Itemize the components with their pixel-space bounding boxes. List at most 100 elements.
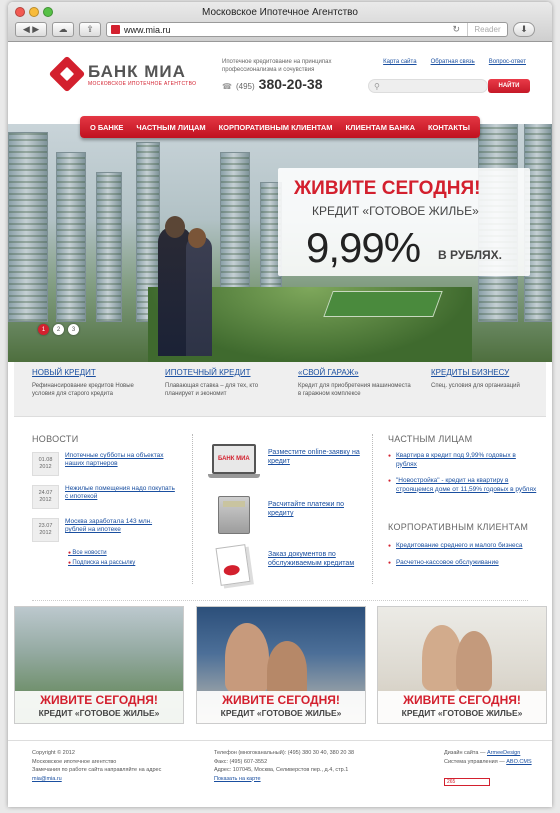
company-text: Московское ипотечное агентство: [32, 758, 117, 765]
private-link[interactable]: Квартира в кредит под 9,99% годовых в ру…: [388, 452, 538, 469]
footer: Copyright © 2012 Московское ипотечное аг…: [8, 740, 552, 807]
tile-headline: ЖИВИТЕ СЕГОДНЯ!: [222, 693, 340, 707]
news-item: 01.08 2012 Ипотечные субботы на объектах…: [32, 452, 182, 476]
nav-item-private[interactable]: ЧАСТНЫМ ЛИЦАМ: [136, 123, 205, 132]
nav-item-corporate[interactable]: КОРПОРАТИВНЫМ КЛИЕНТАМ: [219, 123, 333, 132]
corp-heading: КОРПОРАТИВНЫМ КЛИЕНТАМ: [388, 522, 529, 532]
tile-subline: КРЕДИТ «ГОТОВОЕ ЖИЛЬЕ»: [401, 708, 523, 718]
calculator-icon: [218, 496, 250, 534]
couple-image: [456, 631, 492, 693]
back-forward-button[interactable]: ◀ ▶: [15, 22, 47, 37]
logo-subtitle: МОСКОВСКОЕ ИПОТЕЧНОЕ АГЕНТСТВО: [88, 81, 197, 87]
feedback-link[interactable]: Обратная связь: [431, 59, 475, 65]
footer-address: Адрес: 107045, Москва, Селиверстов пер.,…: [214, 767, 349, 773]
feature-text: Спец. условия для организаций: [431, 383, 520, 389]
slogan: Ипотечное кредитование на принципах проф…: [222, 59, 332, 73]
logo-icon[interactable]: [48, 55, 86, 93]
news-link[interactable]: Нежилые помещения надо покупать с ипотек…: [65, 485, 175, 509]
footer-copyright: Copyright © 2012 Московское ипотечное аг…: [32, 749, 202, 783]
tile-subline: КРЕДИТ «ГОТОВОЕ ЖИЛЬЕ»: [38, 708, 160, 718]
reader-button[interactable]: Reader: [467, 23, 507, 36]
design-label: Дизайн сайта —: [444, 750, 486, 756]
top-links: Карта сайта Обратная связь Вопрос-ответ: [383, 59, 526, 65]
feature-item: КРЕДИТЫ БИЗНЕСУ Спец. условия для органи…: [413, 362, 546, 416]
cms-link[interactable]: ABO.CMS: [506, 759, 531, 765]
tile-caption: ЖИВИТЕ СЕГОДНЯ! КРЕДИТ «ГОТОВОЕ ЖИЛЬЕ»: [15, 691, 183, 723]
subscribe-link[interactable]: Подписка на рассылку: [68, 560, 135, 566]
private-heading: ЧАСТНЫМ ЛИЦАМ: [388, 434, 473, 444]
tile-headline: ЖИВИТЕ СЕГОДНЯ!: [403, 693, 521, 707]
search-input[interactable]: ⚲: [368, 79, 488, 93]
feature-item: «СВОЙ ГАРАЖ» Кредит для приобретения маш…: [280, 362, 413, 416]
icloud-button[interactable]: ☁: [52, 22, 74, 37]
design-link[interactable]: ArmeeDesign: [487, 750, 520, 756]
feature-item: НОВЫЙ КРЕДИТ Рефинансирование кредитов Н…: [14, 362, 147, 416]
corp-link[interactable]: Расчетно-кассовое обслуживание: [388, 559, 538, 568]
news-link[interactable]: Ипотечные субботы на объектах наших парт…: [65, 452, 175, 476]
cloud-icon: ☁: [58, 24, 68, 34]
divider: [32, 600, 528, 601]
title-bar: Московское Ипотечное Агентство ◀ ▶ ☁ ⇪ w…: [8, 2, 552, 42]
reload-icon[interactable]: ↻: [452, 24, 463, 35]
service-documents: Заказ документов по обслуживаемым кредит…: [204, 544, 364, 586]
downloads-button[interactable]: ⬇: [513, 22, 535, 37]
promo-tile-1[interactable]: ЖИВИТЕ СЕГОДНЯ! КРЕДИТ «ГОТОВОЕ ЖИЛЬЕ»: [14, 606, 184, 724]
slide-dot-3[interactable]: 3: [68, 324, 79, 335]
hero-banner[interactable]: ЖИВИТЕ СЕГОДНЯ! КРЕДИТ «ГОТОВОЕ ЖИЛЬЕ» 9…: [8, 124, 552, 362]
slide-dot-1[interactable]: 1: [38, 324, 49, 335]
tile-caption: ЖИВИТЕ СЕГОДНЯ! КРЕДИТ «ГОТОВОЕ ЖИЛЬЕ»: [197, 691, 365, 723]
nav-item-about[interactable]: О БАНКЕ: [90, 123, 123, 132]
visit-counter[interactable]: 265: [444, 778, 490, 786]
share-button[interactable]: ⇪: [79, 22, 101, 37]
feature-text: Плавающая ставка – для тех, кто планируе…: [165, 383, 259, 397]
feature-link-business[interactable]: КРЕДИТЫ БИЗНЕСУ: [431, 368, 546, 377]
documents-link[interactable]: Заказ документов по обслуживаемым кредит…: [268, 550, 364, 568]
tile-subline: КРЕДИТ «ГОТОВОЕ ЖИЛЬЕ»: [220, 708, 342, 718]
feature-link-mortgage[interactable]: ИПОТЕЧНЫЙ КРЕДИТ: [165, 368, 280, 377]
sitemap-link[interactable]: Карта сайта: [383, 59, 416, 65]
news-date: 23.07 2012: [32, 518, 59, 542]
building-image: [56, 152, 86, 322]
logo-name[interactable]: БАНК МИА: [88, 62, 186, 82]
site-header: БАНК МИА МОСКОВСКОЕ ИПОТЕЧНОЕ АГЕНТСТВО …: [8, 42, 552, 117]
search-button[interactable]: НАЙТИ: [488, 79, 530, 93]
stadium-image: [323, 291, 443, 317]
calculator-link[interactable]: Расчитайте платежи по кредиту: [268, 500, 364, 518]
divider: [372, 434, 373, 584]
news-links: Все новости Подписка на рассылку: [68, 550, 135, 570]
service-online-request: БАНК МИА Разместите online-заявку на кре…: [204, 444, 364, 484]
divider: [192, 434, 193, 584]
news-date: 01.08 2012: [32, 452, 59, 476]
corp-links: Кредитование среднего и малого бизнеса Р…: [388, 542, 538, 575]
nav-item-contacts[interactable]: КОНТАКТЫ: [428, 123, 470, 132]
faq-link[interactable]: Вопрос-ответ: [489, 59, 526, 65]
news-item: 23.07 2012 Москва заработала 143 млн. ру…: [32, 518, 182, 542]
all-news-link[interactable]: Все новости: [68, 550, 135, 556]
promo-tile-3[interactable]: ЖИВИТЕ СЕГОДНЯ! КРЕДИТ «ГОТОВОЕ ЖИЛЬЕ»: [377, 606, 547, 724]
feature-text: Кредит для приобретения машиноместа в га…: [298, 383, 411, 397]
share-icon: ⇪: [86, 24, 94, 34]
promo-tile-2[interactable]: ЖИВИТЕ СЕГОДНЯ! КРЕДИТ «ГОТОВОЕ ЖИЛЬЕ»: [196, 606, 366, 724]
main-nav: О БАНКЕ ЧАСТНЫМ ЛИЦАМ КОРПОРАТИВНЫМ КЛИЕ…: [80, 116, 480, 138]
tile-headline: ЖИВИТЕ СЕГОДНЯ!: [40, 693, 158, 707]
address-bar[interactable]: www.mia.ru ↻ Reader: [106, 22, 508, 37]
news-link[interactable]: Москва заработала 143 млн. рублей на ипо…: [65, 518, 175, 542]
corp-link[interactable]: Кредитование среднего и малого бизнеса: [388, 542, 538, 551]
feature-link-new-credit[interactable]: НОВЫЙ КРЕДИТ: [32, 368, 147, 377]
feature-link-garage[interactable]: «СВОЙ ГАРАЖ»: [298, 368, 413, 377]
footer-credits: Дизайн сайта — ArmeeDesign Система управ…: [444, 749, 552, 787]
online-request-link[interactable]: Разместите online-заявку на кредит: [268, 448, 364, 466]
slide-dot-2[interactable]: 2: [53, 324, 64, 335]
nav-item-clients[interactable]: КЛИЕНТАМ БАНКА: [346, 123, 415, 132]
download-icon: ⬇: [520, 24, 528, 34]
browser-window: Московское Ипотечное Агентство ◀ ▶ ☁ ⇪ w…: [8, 2, 552, 807]
map-link[interactable]: Показать на карте: [214, 776, 261, 782]
footer-fax: Факс: (495) 607-3552: [214, 758, 268, 765]
url-text: www.mia.ru: [124, 24, 171, 35]
private-link[interactable]: "Новостройка" - кредит на квартиру в стр…: [388, 477, 538, 494]
couple-image: [186, 236, 212, 356]
email-link[interactable]: mia@mia.ru: [32, 776, 62, 782]
laptop-label: БАНК МИА: [218, 456, 250, 462]
search-icon: ⚲: [374, 81, 380, 91]
news-date: 24.07 2012: [32, 485, 59, 509]
